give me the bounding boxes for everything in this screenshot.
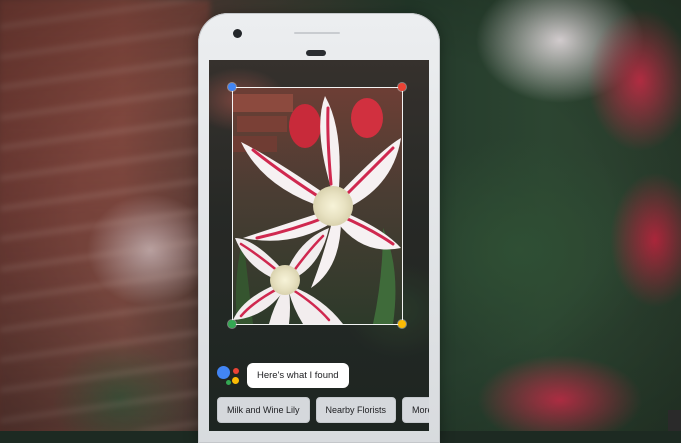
suggestion-chips: Milk and Wine LilyNearby FloristsMore Ir bbox=[217, 397, 429, 423]
phone-screen: Here's what I found Milk and Wine Lily Ne… bbox=[209, 60, 429, 431]
front-camera bbox=[233, 29, 242, 38]
suggestion-chip-milk-and-wine-lily[interactable]: Milk and Wine Lily bbox=[217, 397, 310, 423]
visual-search-selection-box[interactable] bbox=[232, 87, 403, 325]
google-assistant-icon bbox=[217, 363, 241, 387]
assistant-response-bubble: Here's what I found bbox=[247, 363, 349, 388]
selection-handle-bottom-right[interactable] bbox=[398, 320, 406, 328]
corner-overlay bbox=[668, 410, 681, 431]
suggestion-chip-nearby-florists[interactable]: Nearby Florists bbox=[315, 397, 397, 423]
earpiece-speaker bbox=[306, 50, 326, 56]
assistant-dot-red bbox=[233, 368, 239, 374]
selection-handle-top-right[interactable] bbox=[398, 83, 406, 91]
suggestion-chip-more[interactable]: More Ir bbox=[402, 397, 429, 423]
phone-top-line bbox=[294, 32, 340, 34]
assistant-dot-green bbox=[226, 380, 231, 385]
selection-handle-top-left[interactable] bbox=[228, 83, 236, 91]
assistant-dot-blue bbox=[217, 366, 230, 379]
assistant-dot-yellow bbox=[232, 377, 239, 384]
selection-handle-bottom-left[interactable] bbox=[228, 320, 236, 328]
